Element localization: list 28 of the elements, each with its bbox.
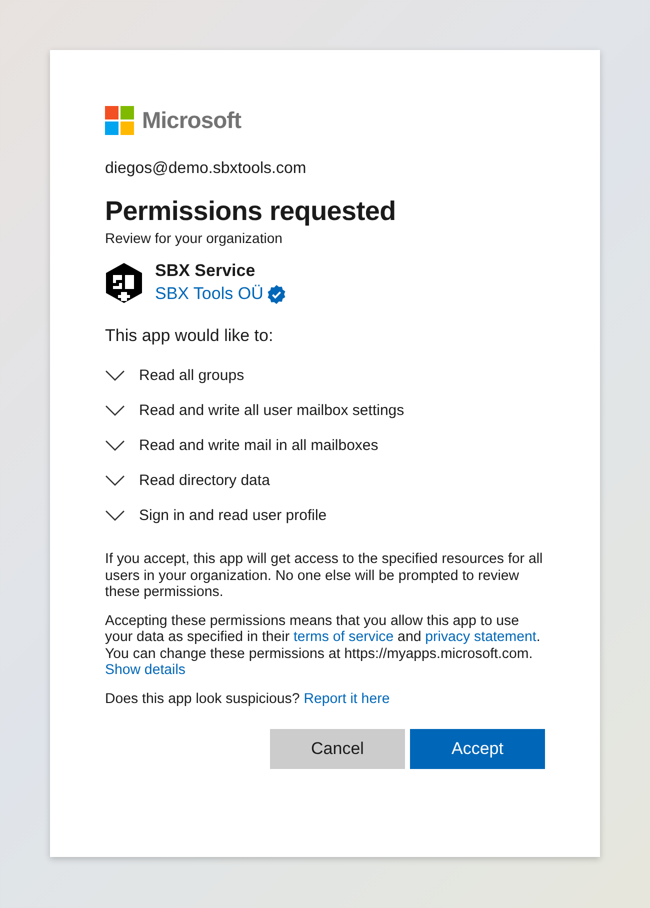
account-email: diegos@demo.sbxtools.com (105, 160, 308, 178)
permissions-intro: This app would like to: (105, 326, 274, 346)
chevron-down-icon[interactable] (105, 510, 125, 522)
text-link[interactable]: Report it here (304, 690, 390, 706)
info-paragraph: Does this app look suspicious? Report it here (105, 690, 391, 707)
permission-item[interactable]: Read and write mail in all mailboxes (139, 437, 378, 454)
permission-item[interactable]: Read and write all user mailbox settings (139, 402, 404, 419)
permission-item[interactable]: Read all groups (139, 367, 244, 384)
page-subtitle: Review for your organization (105, 230, 284, 246)
text-link[interactable]: privacy statement (425, 629, 536, 645)
app-name: SBX Service (155, 261, 256, 281)
chevron-down-icon[interactable] (105, 370, 125, 382)
page-title: Permissions requested (105, 195, 397, 228)
text-link[interactable]: Show details (105, 662, 186, 678)
text-link[interactable]: terms of service (293, 629, 394, 645)
microsoft-logo-icon (105, 106, 134, 134)
permission-item[interactable]: Read directory data (139, 472, 270, 489)
cancel-button[interactable]: Cancel (270, 729, 405, 769)
permission-item[interactable]: Sign in and read user profile (139, 507, 327, 524)
app-logo-icon (105, 262, 143, 304)
chevron-down-icon[interactable] (105, 474, 125, 486)
accept-button[interactable]: Accept (410, 729, 545, 769)
info-paragraph: Accepting these permissions means that you allow this app to use your data as specified in their terms of service and privacy statement. You can change these permissions at https://myapps.microsoft.com. Show details (105, 612, 542, 678)
brand-name: Microsoft (142, 106, 241, 134)
info-paragraph: If you accept, this app will get access to the specified resources for all users in your organization. No one else will be prompted to review these permissions. (105, 551, 544, 600)
chevron-down-icon[interactable] (105, 404, 125, 416)
publisher-link[interactable]: SBX Tools OÜ (155, 284, 264, 304)
chevron-down-icon[interactable] (105, 440, 125, 452)
